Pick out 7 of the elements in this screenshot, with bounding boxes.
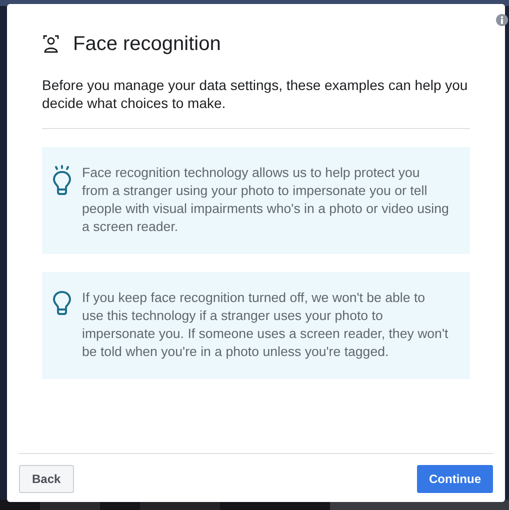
face-icon <box>43 35 59 53</box>
intro-text: Before you manage your data settings, these examples can help you decide what choices to make. <box>42 76 470 129</box>
dialog-title: Face recognition <box>73 32 221 57</box>
tip-text: Face recognition technology allows us to help protect you from a stranger using your photo to impersonate you or tell people with visual impairments who's in a photo or video using a screen reader. <box>82 164 450 236</box>
tip-text: If you keep face recognition turned off, we won't be able to use this technology if a stranger uses your photo to impersonate you. If someone uses a screen reader, they won't be told when you're in a photo unless you're tagged. <box>82 289 450 361</box>
back-button[interactable]: Back <box>19 465 74 493</box>
continue-button[interactable]: Continue <box>417 465 493 493</box>
